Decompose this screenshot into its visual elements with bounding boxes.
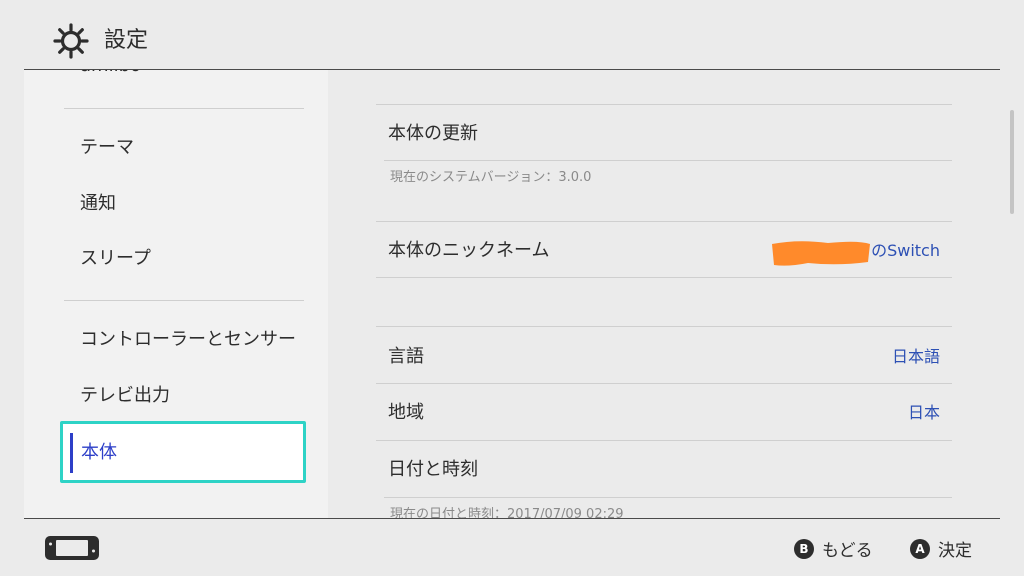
console-nickname-item[interactable]: 本体のニックネーム — [388, 239, 549, 263]
back-label: もどる — [822, 541, 873, 561]
sidebar-divider — [64, 300, 304, 301]
row-divider — [376, 440, 952, 441]
settings-panel: 本体の更新 現在のシステムバージョン：3.0.0 本体のニックネーム のSwit… — [376, 70, 952, 518]
page-title: 設定 — [104, 28, 149, 53]
row-divider — [376, 383, 952, 384]
language-item[interactable]: 言語 — [388, 345, 424, 369]
sidebar-divider — [64, 108, 304, 109]
sidebar-item-theme[interactable]: テーマ — [80, 136, 134, 160]
confirm-hint[interactable]: A 決定 — [910, 536, 972, 561]
system-version-text: 現在のシステムバージョン：3.0.0 — [390, 170, 592, 185]
sidebar-item-system[interactable]: 本体 — [60, 421, 306, 483]
sidebar-item-controllers[interactable]: コントローラーとセンサー — [80, 328, 296, 352]
footer: B もどる A 決定 — [0, 519, 1024, 576]
selection-indicator — [70, 433, 73, 473]
scrollbar[interactable] — [1010, 110, 1014, 214]
region-value: 日本 — [907, 403, 940, 422]
gear-icon — [53, 23, 89, 59]
console-nickname-value: のSwitch — [871, 241, 940, 260]
header: 設定 — [0, 0, 1024, 70]
confirm-label: 決定 — [938, 541, 972, 561]
b-button-icon: B — [794, 538, 814, 559]
redaction-mark — [772, 241, 870, 266]
sidebar-item-notifications[interactable]: 通知 — [80, 192, 116, 216]
region-item[interactable]: 地域 — [388, 401, 424, 425]
current-date-time-text: 現在の日付と時刻：2017/07/09 02:29 — [390, 507, 624, 518]
date-time-item[interactable]: 日付と時刻 — [388, 458, 478, 482]
language-value: 日本語 — [891, 347, 940, 366]
a-button-icon: A — [910, 538, 930, 559]
row-divider — [384, 160, 952, 161]
system-update-item[interactable]: 本体の更新 — [388, 122, 478, 146]
back-hint[interactable]: B もどる — [794, 536, 873, 561]
row-divider — [376, 326, 952, 327]
sidebar-item-sleep[interactable]: スリープ — [80, 247, 151, 271]
sidebar-item-label: 本体 — [81, 442, 117, 463]
sidebar-item-tv-output[interactable]: テレビ出力 — [80, 384, 170, 408]
row-divider — [376, 221, 952, 222]
sidebar-item-amiibo[interactable]: amiibo — [80, 70, 141, 78]
row-divider — [384, 497, 952, 498]
console-icon — [45, 536, 99, 560]
row-divider — [376, 277, 952, 278]
row-divider — [376, 104, 952, 105]
